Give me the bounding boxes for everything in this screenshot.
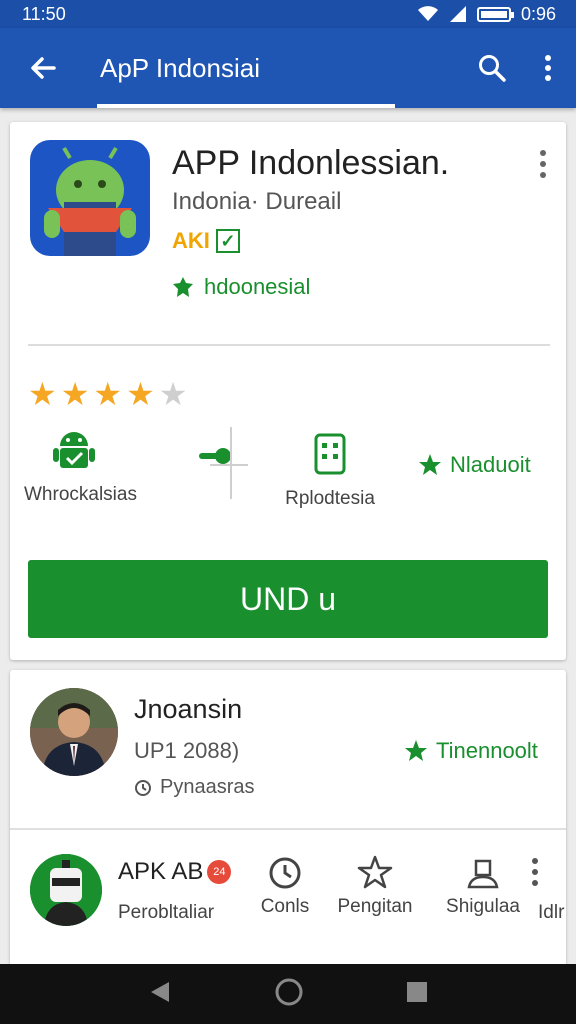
rating-stars: ★ ★ ★ ★ ★	[28, 378, 187, 410]
more-vert-icon	[540, 150, 546, 178]
app-info-row: Whrockalsias Rplodtesia Nladuoit	[10, 422, 566, 512]
star-icon	[405, 740, 427, 761]
info-android[interactable]: Whrockalsias	[24, 428, 137, 506]
device-label: Rplodtesia	[285, 488, 375, 509]
star-icon	[419, 454, 441, 475]
rank-label: Nladuoit	[450, 452, 531, 477]
reviewer-name: Jnoansin	[134, 694, 243, 724]
person-icon	[467, 859, 499, 889]
star-icon: ★	[158, 376, 188, 412]
review-date: UP1 2088)	[134, 738, 240, 763]
device-icon	[314, 433, 346, 475]
triangle-back-icon	[150, 981, 169, 1002]
divider	[210, 464, 248, 466]
star-outline-icon	[357, 855, 393, 889]
content-rating-badge: AKI	[172, 228, 210, 253]
wifi-icon	[417, 6, 438, 21]
app-details-card: APP Indonlessian. Indonia· Dureail AKI ✓…	[10, 122, 566, 660]
app-title: APP Indonlessian.	[172, 144, 450, 182]
review-rank-label: Tinennoolt	[436, 738, 538, 763]
install-button[interactable]: UND u	[28, 560, 548, 638]
nav-back-button[interactable]	[147, 979, 173, 1010]
divider	[10, 828, 566, 830]
award-icon	[173, 277, 193, 297]
android-label: Whrockalsias	[24, 484, 137, 505]
circle-home-icon	[275, 978, 303, 1005]
more-vert-icon	[545, 55, 551, 81]
action-label: Pengitan	[337, 896, 413, 917]
arrow-back-icon	[31, 57, 56, 79]
nav-recents-button[interactable]	[405, 980, 429, 1009]
info-device[interactable]: Rplodtesia	[280, 432, 380, 510]
person-photo-icon	[30, 688, 118, 776]
back-button[interactable]	[0, 53, 86, 83]
app-icon[interactable]	[30, 140, 150, 256]
battery-icon	[476, 6, 514, 22]
apk-name: APK AB 24	[118, 858, 232, 886]
status-clock: 0:96	[520, 3, 556, 24]
nav-home-button[interactable]	[274, 977, 304, 1012]
action-label-truncated: Idlr	[538, 902, 565, 923]
square-recents-icon	[407, 981, 428, 1002]
tab-indicator	[97, 104, 395, 108]
bottom-row: APK AB 24 Perobltaliar Conls Pengitan Sh…	[10, 838, 566, 958]
verified-check-icon: ✓	[215, 229, 240, 253]
divider	[28, 344, 550, 346]
apk-subtitle: Perobltaliar	[118, 902, 215, 923]
star-icon: ★	[28, 376, 57, 412]
timer-icon	[269, 857, 301, 889]
card-overflow-button[interactable]	[538, 148, 548, 185]
android-icon	[53, 432, 95, 468]
info-rank[interactable]: Nladuoit	[418, 452, 531, 478]
status-bar: 11:50 0:96	[0, 0, 576, 28]
app-badges: AKI ✓	[172, 228, 240, 254]
editors-choice: hdoonesial	[172, 274, 310, 300]
star-icon: ★	[126, 376, 155, 412]
action-label: Conls	[260, 896, 310, 917]
bottom-overflow-button[interactable]	[530, 856, 540, 893]
review-meta-label: Pynaasras	[160, 776, 255, 798]
notification-badge: 24	[207, 860, 232, 884]
android-mascot-icon	[44, 146, 136, 256]
page-title: ApP Indonsiai	[100, 52, 260, 83]
star-icon: ★	[60, 376, 90, 412]
star-icon: ★	[93, 376, 123, 412]
action-label: Shigulaa	[446, 896, 520, 917]
search-button[interactable]	[464, 53, 520, 83]
review-rank[interactable]: Tinennoolt	[404, 738, 538, 764]
more-vert-icon	[532, 858, 538, 886]
review-meta: Pynaasras	[134, 776, 255, 799]
status-icons: 0:96	[417, 4, 556, 25]
overflow-menu-button[interactable]	[520, 53, 576, 83]
action-pengiran[interactable]: Pengitan	[330, 854, 420, 918]
robot-avatar-icon	[30, 854, 102, 926]
clock-icon	[135, 779, 151, 796]
apk-name-label: APK AB	[118, 858, 204, 885]
app-bar: ApP Indonsiai	[0, 28, 576, 108]
action-shigulaa[interactable]: Shigulaa	[438, 854, 528, 918]
app-developer[interactable]: Indonia· Dureail	[172, 188, 341, 216]
search-icon	[479, 55, 506, 82]
system-nav-bar	[0, 964, 576, 1024]
action-coins[interactable]: Conls	[250, 854, 320, 918]
editors-choice-label: hdoonesial	[204, 274, 311, 299]
apk-avatar[interactable]	[30, 854, 102, 926]
info-key	[170, 444, 260, 474]
divider	[230, 427, 232, 499]
review-card: Jnoansin UP1 2088) Pynaasras Tinennoolt …	[10, 670, 566, 970]
status-time: 11:50	[22, 3, 66, 24]
avatar[interactable]	[30, 688, 118, 776]
signal-icon	[449, 6, 466, 22]
